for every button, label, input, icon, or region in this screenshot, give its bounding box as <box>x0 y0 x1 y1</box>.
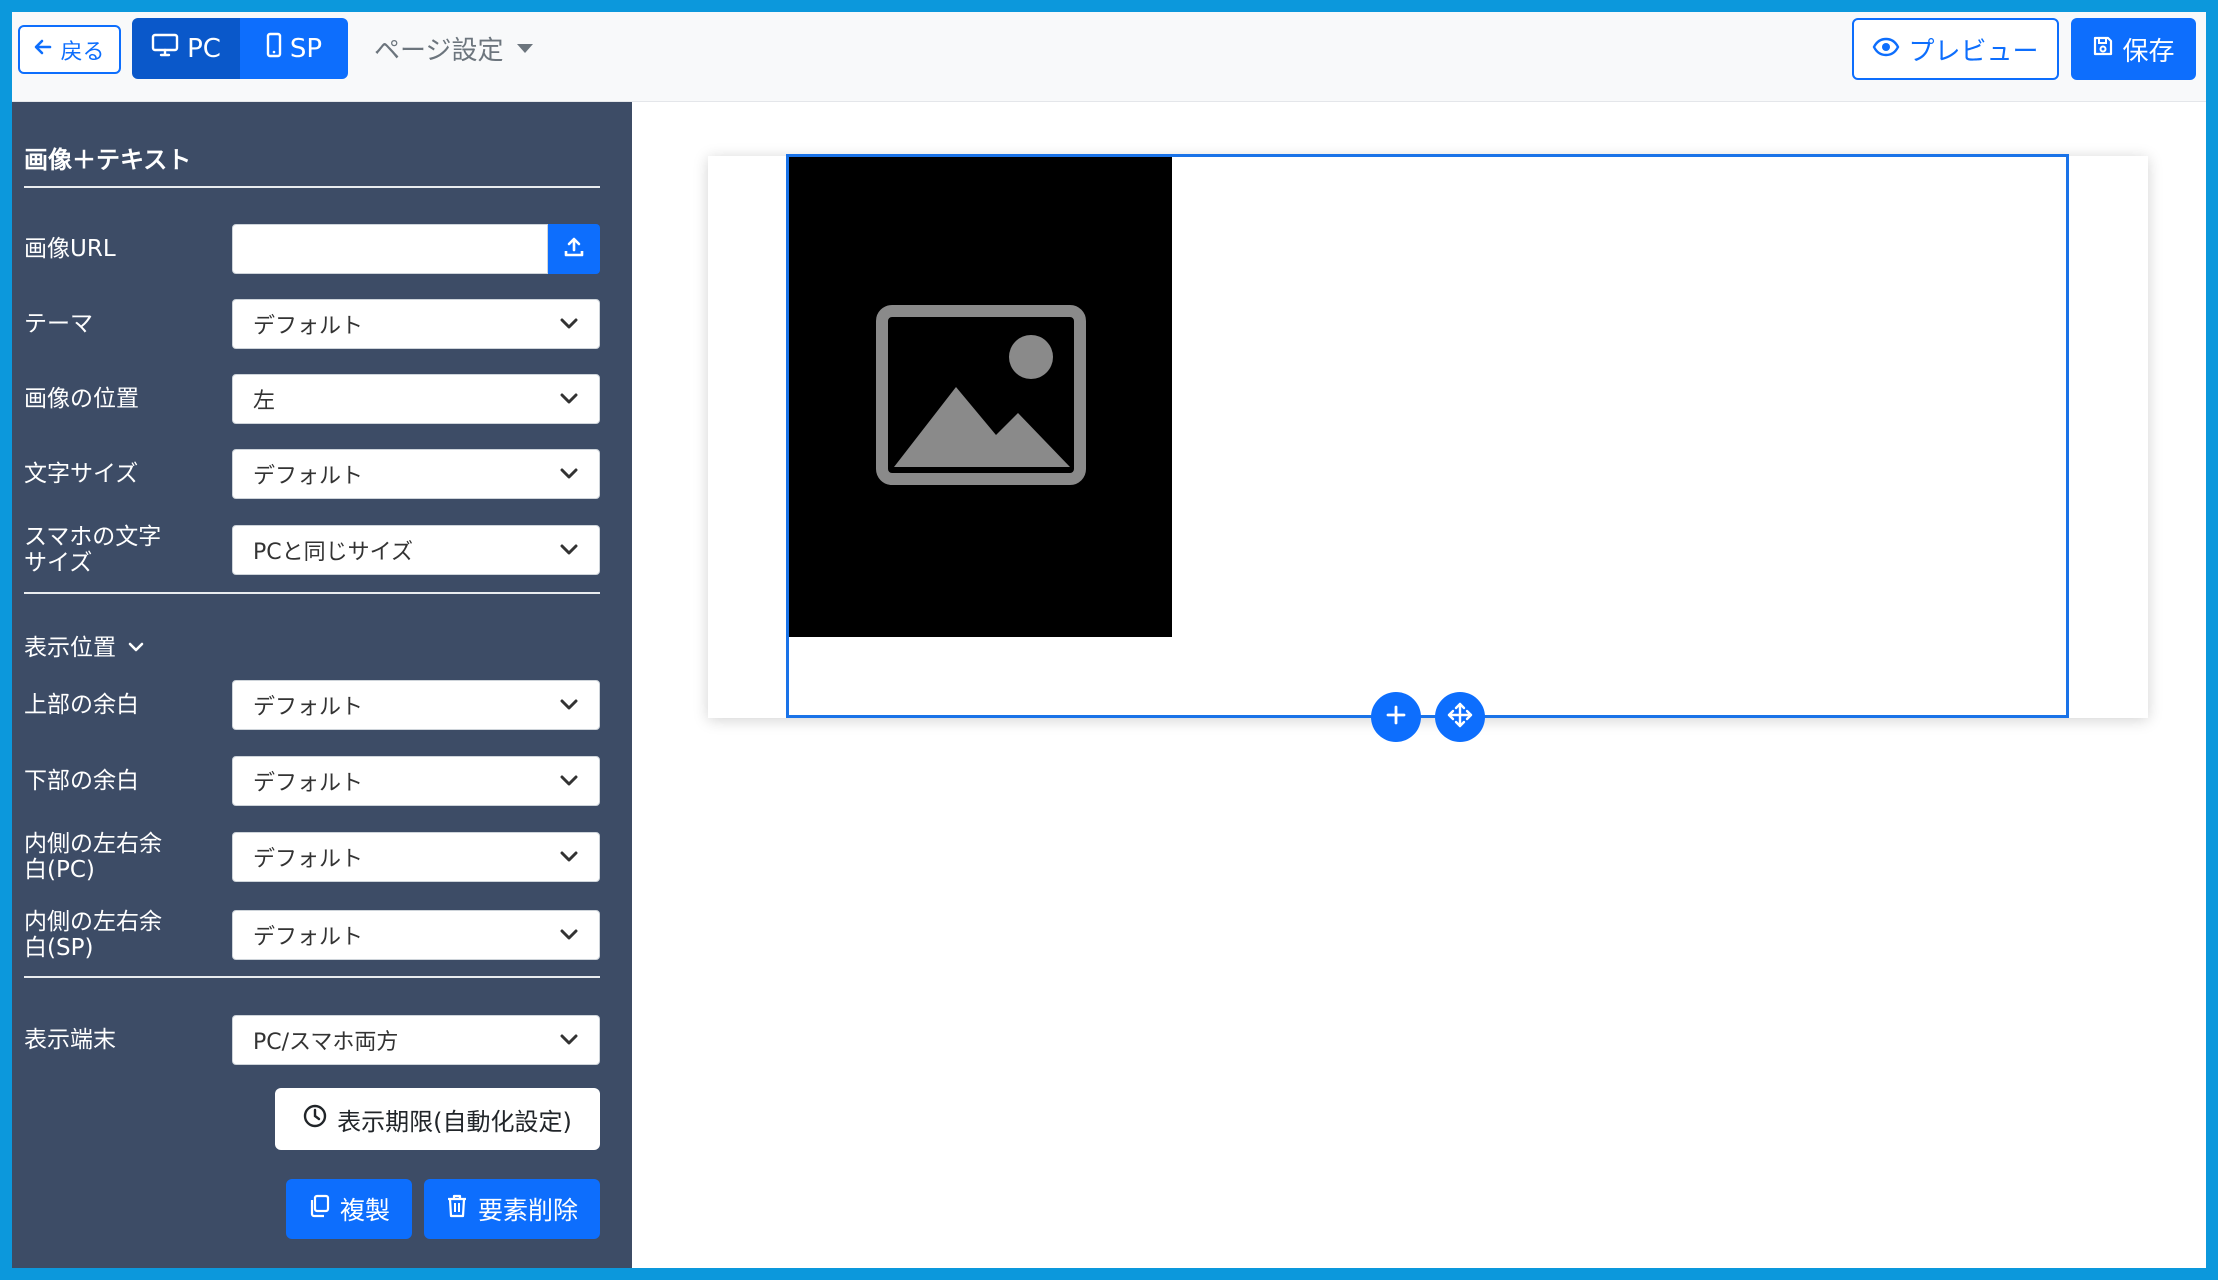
eye-icon <box>1872 34 1900 64</box>
back-button[interactable]: 戻る <box>18 25 121 74</box>
sidebar-divider <box>24 976 600 978</box>
bottom-margin-label: 下部の余白 <box>24 768 139 794</box>
sidebar-divider <box>24 592 600 594</box>
sp-font-size-label: スマホの文字サイズ <box>24 524 162 576</box>
delete-element-label: 要素削除 <box>477 1196 578 1225</box>
top-margin-select[interactable]: デフォルト <box>232 680 600 730</box>
sidebar-title: 画像＋テキスト <box>24 146 192 174</box>
image-url-group <box>232 224 600 274</box>
inner-margin-pc-select[interactable]: デフォルト <box>232 832 600 882</box>
caret-down-icon <box>517 43 534 53</box>
theme-value: デフォルト <box>253 314 364 339</box>
back-label: 戻る <box>60 39 105 65</box>
move-block-button[interactable] <box>1435 692 1485 742</box>
mobile-icon <box>266 32 282 65</box>
inner-margin-sp-label: 内側の左右余白(SP) <box>24 909 162 961</box>
image-position-value: 左 <box>253 389 276 414</box>
font-size-value: デフォルト <box>253 464 364 489</box>
editor-window: 戻る PC SP ページ設定 プレビュー 保存 画像＋テキスト 画像URL テー… <box>12 12 2206 1268</box>
save-button[interactable]: 保存 <box>2071 18 2196 80</box>
display-section-toggle[interactable]: 表示位置 <box>24 628 144 662</box>
font-size-select[interactable]: デフォルト <box>232 449 600 499</box>
chevron-down-icon <box>559 925 579 945</box>
duplicate-button[interactable]: 複製 <box>286 1179 412 1239</box>
selected-block-outline[interactable] <box>786 154 2069 718</box>
add-block-button[interactable] <box>1371 692 1421 742</box>
device-sp-button[interactable]: SP <box>240 18 348 79</box>
trash-icon <box>446 1194 468 1224</box>
clock-icon <box>303 1104 327 1134</box>
copy-icon <box>308 1194 330 1224</box>
preview-label: プレビュー <box>1908 36 2039 67</box>
chevron-down-icon <box>128 632 144 658</box>
inner-margin-sp-select[interactable]: デフォルト <box>232 910 600 960</box>
device-toggle-group: PC SP <box>132 18 348 79</box>
device-pc-label: PC <box>187 33 221 64</box>
chevron-down-icon <box>559 847 579 867</box>
inner-margin-pc-value: デフォルト <box>253 847 364 872</box>
chevron-down-icon <box>559 540 579 560</box>
chevron-down-icon <box>559 771 579 791</box>
desktop-icon <box>151 33 179 64</box>
arrow-left-icon <box>34 37 52 62</box>
chevron-down-icon <box>559 389 579 409</box>
top-margin-value: デフォルト <box>253 695 364 720</box>
image-position-label: 画像の位置 <box>24 386 139 412</box>
font-size-label: 文字サイズ <box>24 461 139 487</box>
sp-font-size-value: PCと同じサイズ <box>253 540 413 565</box>
image-url-input[interactable] <box>232 224 548 274</box>
display-section-label: 表示位置 <box>24 635 116 661</box>
sidebar-divider <box>24 186 600 188</box>
inner-margin-pc-label: 内側の左右余白(PC) <box>24 831 162 883</box>
page-settings-dropdown[interactable]: ページ設定 <box>374 26 534 70</box>
bottom-margin-value: デフォルト <box>253 771 364 796</box>
preview-button[interactable]: プレビュー <box>1852 18 2059 80</box>
floppy-disk-icon <box>2092 34 2114 64</box>
chevron-down-icon <box>559 314 579 334</box>
inner-margin-sp-value: デフォルト <box>253 925 364 950</box>
display-device-value: PC/スマホ両方 <box>253 1030 399 1055</box>
chevron-down-icon <box>559 464 579 484</box>
display-device-label: 表示端末 <box>24 1027 116 1053</box>
plus-icon <box>1385 704 1407 730</box>
delete-element-button[interactable]: 要素削除 <box>424 1179 600 1239</box>
top-margin-label: 上部の余白 <box>24 692 139 718</box>
display-device-select[interactable]: PC/スマホ両方 <box>232 1015 600 1065</box>
theme-select[interactable]: デフォルト <box>232 299 600 349</box>
device-pc-button[interactable]: PC <box>132 18 240 79</box>
display-schedule-label: 表示期限(自動化設定) <box>337 1107 572 1136</box>
image-url-label: 画像URL <box>24 236 116 262</box>
image-position-select[interactable]: 左 <box>232 374 600 424</box>
display-schedule-button[interactable]: 表示期限(自動化設定) <box>275 1088 600 1150</box>
page-settings-label: ページ設定 <box>374 35 504 66</box>
top-toolbar: 戻る PC SP ページ設定 プレビュー 保存 <box>12 12 2206 102</box>
theme-label: テーマ <box>24 311 93 337</box>
device-sp-label: SP <box>289 33 323 64</box>
chevron-down-icon <box>559 1030 579 1050</box>
sp-font-size-select[interactable]: PCと同じサイズ <box>232 525 600 575</box>
upload-button[interactable] <box>548 224 600 274</box>
duplicate-label: 複製 <box>339 1196 390 1225</box>
save-label: 保存 <box>2122 36 2175 67</box>
chevron-down-icon <box>559 695 579 715</box>
settings-sidebar: 画像＋テキスト 画像URL テーマ デフォルト 画像の位置 左 文字サイズ デフ… <box>12 102 632 1268</box>
bottom-margin-select[interactable]: デフォルト <box>232 756 600 806</box>
upload-icon <box>563 236 585 262</box>
move-arrows-icon <box>1446 701 1474 733</box>
